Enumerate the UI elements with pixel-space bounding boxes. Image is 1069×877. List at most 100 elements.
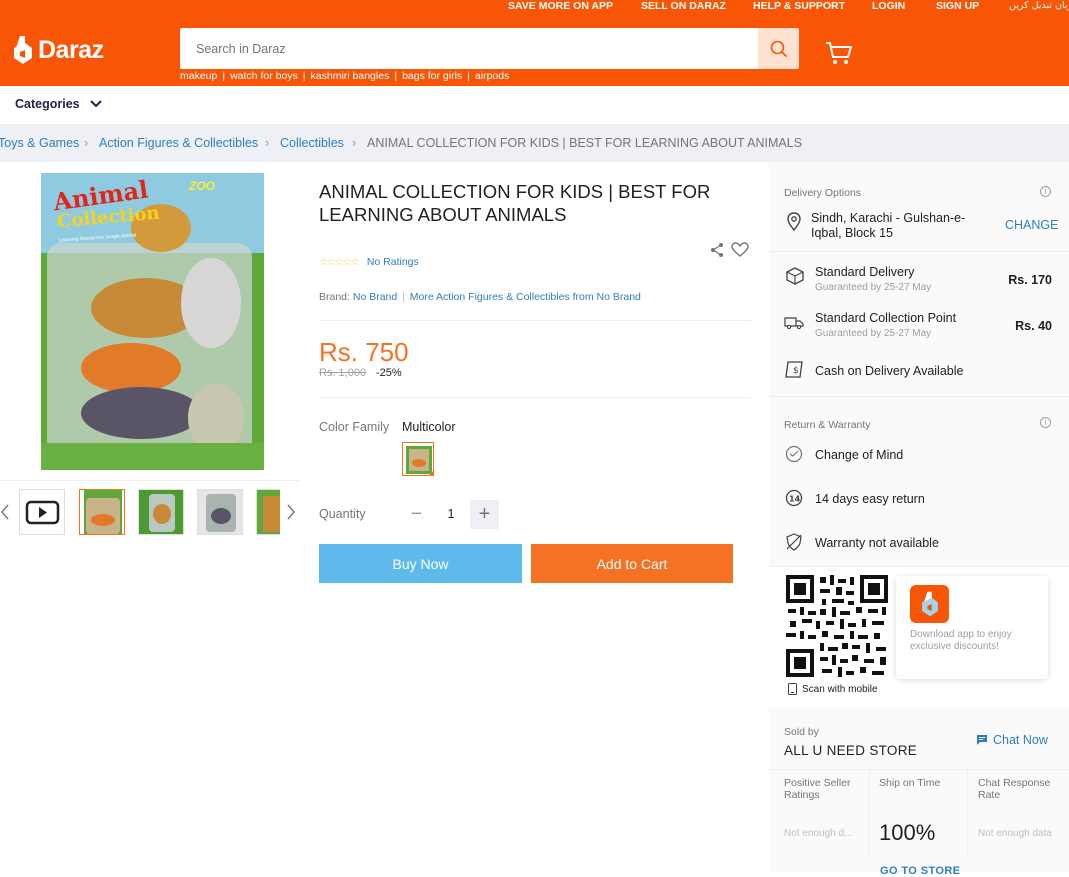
chevron-right-icon: › [352, 136, 357, 150]
topnav-login-link[interactable]: LOGIN [872, 0, 905, 12]
stat-value: 100% [879, 820, 936, 845]
search-icon [770, 40, 787, 57]
thumbnail-image[interactable] [138, 489, 184, 535]
chevron-right-icon[interactable] [286, 503, 296, 521]
chat-now-button[interactable]: Chat Now [976, 733, 1048, 747]
share-icon[interactable] [709, 242, 725, 258]
brand-link[interactable]: No Brand [353, 291, 397, 303]
cod-text: Cash on Delivery Available [815, 364, 964, 378]
thumbnail-image[interactable] [197, 489, 243, 535]
delivery-option-name: Standard Delivery [815, 265, 915, 279]
categories-label: Categories [15, 97, 80, 111]
daraz-logo[interactable]: Daraz [12, 33, 104, 67]
topnav-sell-link[interactable]: SELL ON DARAZ [641, 0, 726, 12]
quantity-increase-button[interactable]: + [470, 500, 499, 529]
search-suggestions: makeup | watch for boys | kashmiri bangles | b… [180, 70, 510, 82]
warranty-shield-icon [786, 533, 802, 551]
thumbnail-photo [257, 490, 280, 534]
more-from-brand-link[interactable]: More Action Figures & Collectibles from … [410, 291, 641, 303]
info-icon[interactable]: i [1040, 186, 1051, 197]
app-download-card[interactable]: Download app to enjoy exclusive discount… [896, 576, 1048, 679]
suggestion-link[interactable]: kashmiri bangles [311, 70, 390, 82]
discount-badge: -25% [376, 367, 402, 379]
change-address-link[interactable]: CHANGE [1005, 218, 1058, 232]
brand-label: Brand: [319, 291, 350, 303]
thumbnail-video[interactable] [19, 489, 65, 535]
topnav-save-more-link[interactable]: SAVE MORE ON APP [508, 0, 613, 12]
topnav-language-link[interactable]: زبان تبدیل کریں [1009, 0, 1069, 11]
delivery-options-heading: Delivery Options [784, 187, 862, 199]
divider [319, 397, 751, 398]
mobile-phone-icon [788, 683, 797, 695]
breadcrumb-item[interactable]: Toys & Games [0, 136, 79, 150]
chat-icon [977, 735, 987, 745]
add-to-cart-button[interactable]: Add to Cart [531, 544, 733, 583]
info-icon[interactable]: i [1040, 417, 1051, 428]
svg-text:$: $ [793, 366, 799, 376]
quantity-decrease-button[interactable]: − [402, 500, 431, 529]
seller-stat: Ship on Time 100% [869, 769, 967, 855]
delivery-option-name: Standard Collection Point [815, 311, 957, 325]
qr-code-icon[interactable] [786, 575, 888, 677]
product-ratings[interactable]: ☆☆☆☆☆ No Ratings [319, 256, 419, 268]
search-button[interactable] [758, 28, 799, 69]
divider [319, 320, 751, 321]
daraz-app-icon [910, 585, 949, 623]
delivery-address-line: Iqbal, Block 15 [811, 226, 893, 240]
search-input[interactable] [180, 28, 758, 69]
breadcrumb-item[interactable]: Collectibles [280, 136, 344, 150]
heart-icon[interactable] [731, 242, 749, 258]
stat-value: Not enough data [978, 828, 1052, 839]
delivery-option-date: Guaranteed by 25-27 May [815, 328, 932, 339]
breadcrumb-item[interactable]: Action Figures & Collectibles [99, 136, 258, 150]
suggestion-link[interactable]: watch for boys [230, 70, 298, 82]
thumbnail-image[interactable] [79, 489, 125, 535]
daraz-logo-icon [14, 36, 32, 64]
sold-by-label: Sold by [784, 726, 820, 738]
product-main-image[interactable]: Animal Collection Learning Resources Jun… [41, 173, 264, 470]
package-icon [786, 267, 804, 285]
video-play-icon [25, 500, 60, 525]
suggestion-link[interactable]: bags for girls [402, 70, 462, 82]
truck-icon [784, 317, 804, 330]
breadcrumb-current: ANIMAL COLLECTION FOR KIDS | BEST FOR LE… [367, 136, 803, 150]
return-days-icon: 14 [785, 489, 803, 507]
chevron-right-icon: › [84, 136, 89, 150]
cart-icon[interactable] [824, 40, 854, 66]
seller-name[interactable]: ALL U NEED STORE [784, 743, 917, 758]
scan-label: Scan with mobile [802, 683, 878, 695]
seller-stat: Chat Response Rate Not enough data [967, 769, 1069, 855]
warranty-item: Change of Mind [815, 448, 904, 462]
topnav-signup-link[interactable]: SIGN UP [936, 0, 979, 12]
divider [769, 251, 1069, 252]
go-to-store-link[interactable]: GO TO STORE [880, 865, 960, 877]
original-price: Rs. 1,000 [319, 367, 367, 379]
thumbnail-image[interactable] [256, 489, 280, 535]
logo-text: Daraz [38, 35, 104, 64]
suggestion-link[interactable]: makeup [180, 70, 217, 82]
delivery-address-line: Sindh, Karachi - Gulshan-e- [811, 211, 966, 225]
delivery-option-date: Guaranteed by 25-27 May [815, 282, 932, 293]
seller-stat: Positive Seller Ratings Not enough d... [769, 769, 869, 855]
chevron-left-icon[interactable] [0, 503, 10, 521]
ratings-link[interactable]: No Ratings [367, 256, 419, 268]
daraz-logo-icon [921, 591, 938, 617]
buy-now-button[interactable]: Buy Now [319, 544, 522, 583]
star-rating-icon: ☆☆☆☆☆ [319, 256, 360, 268]
stat-title: Positive Seller Ratings [784, 777, 851, 801]
categories-dropdown[interactable]: Categories [15, 97, 103, 111]
suggestion-link[interactable]: airpods [475, 70, 509, 82]
scan-with-mobile: Scan with mobile [788, 683, 878, 695]
quantity-value[interactable]: 1 [440, 507, 462, 521]
stat-title: Chat Response Rate [978, 777, 1051, 801]
divider [769, 396, 1069, 397]
package-zoo-label: ZOO [189, 179, 215, 193]
delivery-option-price: Rs. 40 [1015, 319, 1052, 333]
app-download-text: Download app to enjoy exclusive discount… [910, 629, 1012, 652]
svg-text:14: 14 [789, 495, 801, 504]
color-swatch-multicolor[interactable] [402, 442, 434, 476]
thumbnail-photo [84, 490, 122, 534]
topnav-help-link[interactable]: HELP & SUPPORT [753, 0, 845, 12]
breadcrumb: Toys & Games › Action Figures & Collecti… [0, 124, 1069, 162]
search-box [180, 28, 758, 69]
